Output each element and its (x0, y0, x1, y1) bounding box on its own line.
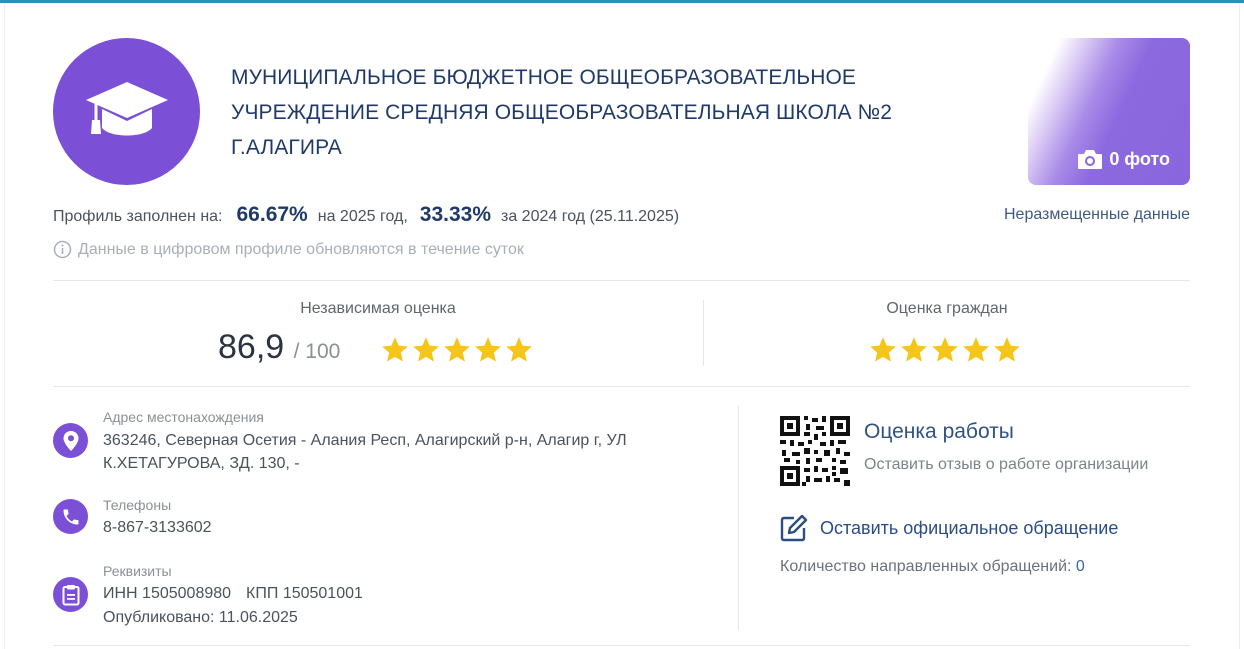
divider (53, 280, 1190, 281)
phone-number[interactable]: 8-867-3133602 (103, 516, 212, 540)
clipboard-icon (62, 584, 79, 605)
profile-previous-year: за 2024 год (25.11.2025) (501, 208, 680, 225)
independent-rating-label: Независимая оценка (300, 300, 456, 317)
kpp-value: КПП 150501001 (246, 585, 363, 602)
independent-score: 86,9 / 100 (218, 328, 340, 367)
edit-icon (780, 514, 808, 542)
citizens-stars[interactable] (869, 336, 1021, 364)
appeals-count-value: 0 (1075, 558, 1085, 575)
star-icon (506, 337, 532, 362)
profile-current-year: на 2025 год, (317, 208, 408, 225)
star-icon (382, 337, 408, 362)
profile-completeness: Профиль заполнен на: 66.67% на 2025 год,… (53, 203, 679, 227)
independent-stars (381, 336, 533, 364)
update-note: Данные в цифровом профиле обновляются в … (53, 240, 524, 259)
camera-icon (1078, 150, 1103, 169)
star-icon (444, 337, 470, 362)
organization-name: МУНИЦИПАЛЬНОЕ БЮДЖЕТНОЕ ОБЩЕОБРАЗОВАТЕЛЬ… (231, 66, 893, 159)
independent-score-value: 86,9 (218, 328, 285, 366)
profile-label: Профиль заполнен на: (53, 208, 223, 225)
star-icon (901, 337, 927, 362)
address-line-2: К.ХЕТАГУРОВА, ЗД. 130, - (103, 455, 300, 472)
divider (53, 386, 1190, 387)
citizens-rating-label: Оценка граждан (886, 300, 1008, 317)
phone-icon (63, 509, 78, 524)
divider (53, 645, 1190, 646)
address-line-1: 363246, Северная Осетия - Алания Респ, А… (103, 432, 627, 449)
requisites-label: Реквизиты (103, 563, 172, 579)
photo-count-label: 0 фото (1109, 148, 1170, 169)
appeals-count-label: Количество направленных обращений: (780, 558, 1072, 575)
update-note-text: Данные в цифровом профиле обновляются в … (78, 240, 524, 258)
independent-rating-block: Независимая оценка (53, 300, 703, 318)
requisites-icon-badge (53, 577, 88, 612)
phones-label: Телефоны (103, 497, 172, 513)
photo-gallery-tile[interactable]: 0 фото (1028, 38, 1190, 185)
photo-count: 0 фото (1077, 148, 1170, 170)
requisites-codes: ИНН 1505008980 КПП 150501001 (103, 582, 363, 606)
address-icon-badge (53, 423, 88, 458)
official-appeal-link[interactable]: Оставить официальное обращение (780, 514, 1118, 542)
location-pin-icon (63, 430, 78, 451)
citizens-rating-block: Оценка граждан (704, 300, 1190, 318)
organization-logo (53, 38, 200, 185)
profile-pct-previous: 33.33% (419, 203, 491, 226)
info-circle-icon (53, 240, 72, 259)
graduation-cap-icon (85, 81, 168, 135)
unplaced-data-link[interactable]: Неразмещенные данные (1004, 206, 1190, 224)
address-label: Адрес местонахождения (103, 409, 264, 425)
qr-code-icon[interactable] (780, 416, 850, 486)
profile-pct-current: 66.67% (236, 203, 308, 226)
star-icon (994, 337, 1020, 362)
star-icon (413, 337, 439, 362)
star-icon (963, 337, 989, 362)
evaluation-subtitle: Оставить отзыв о работе организации (864, 456, 1149, 473)
contacts-separator (738, 406, 739, 630)
inn-value: ИНН 1505008980 (103, 585, 232, 602)
appeals-count: Количество направленных обращений: 0 (780, 558, 1085, 576)
published-date: Опубликовано: 11.06.2025 (103, 609, 298, 626)
star-icon (870, 337, 896, 362)
evaluation-link[interactable]: Оценка работы (864, 420, 1014, 444)
official-appeal-label: Оставить официальное обращение (820, 517, 1119, 538)
star-icon (475, 337, 501, 362)
star-icon (932, 337, 958, 362)
independent-score-max: / 100 (293, 340, 341, 363)
phones-icon-badge (53, 499, 88, 534)
